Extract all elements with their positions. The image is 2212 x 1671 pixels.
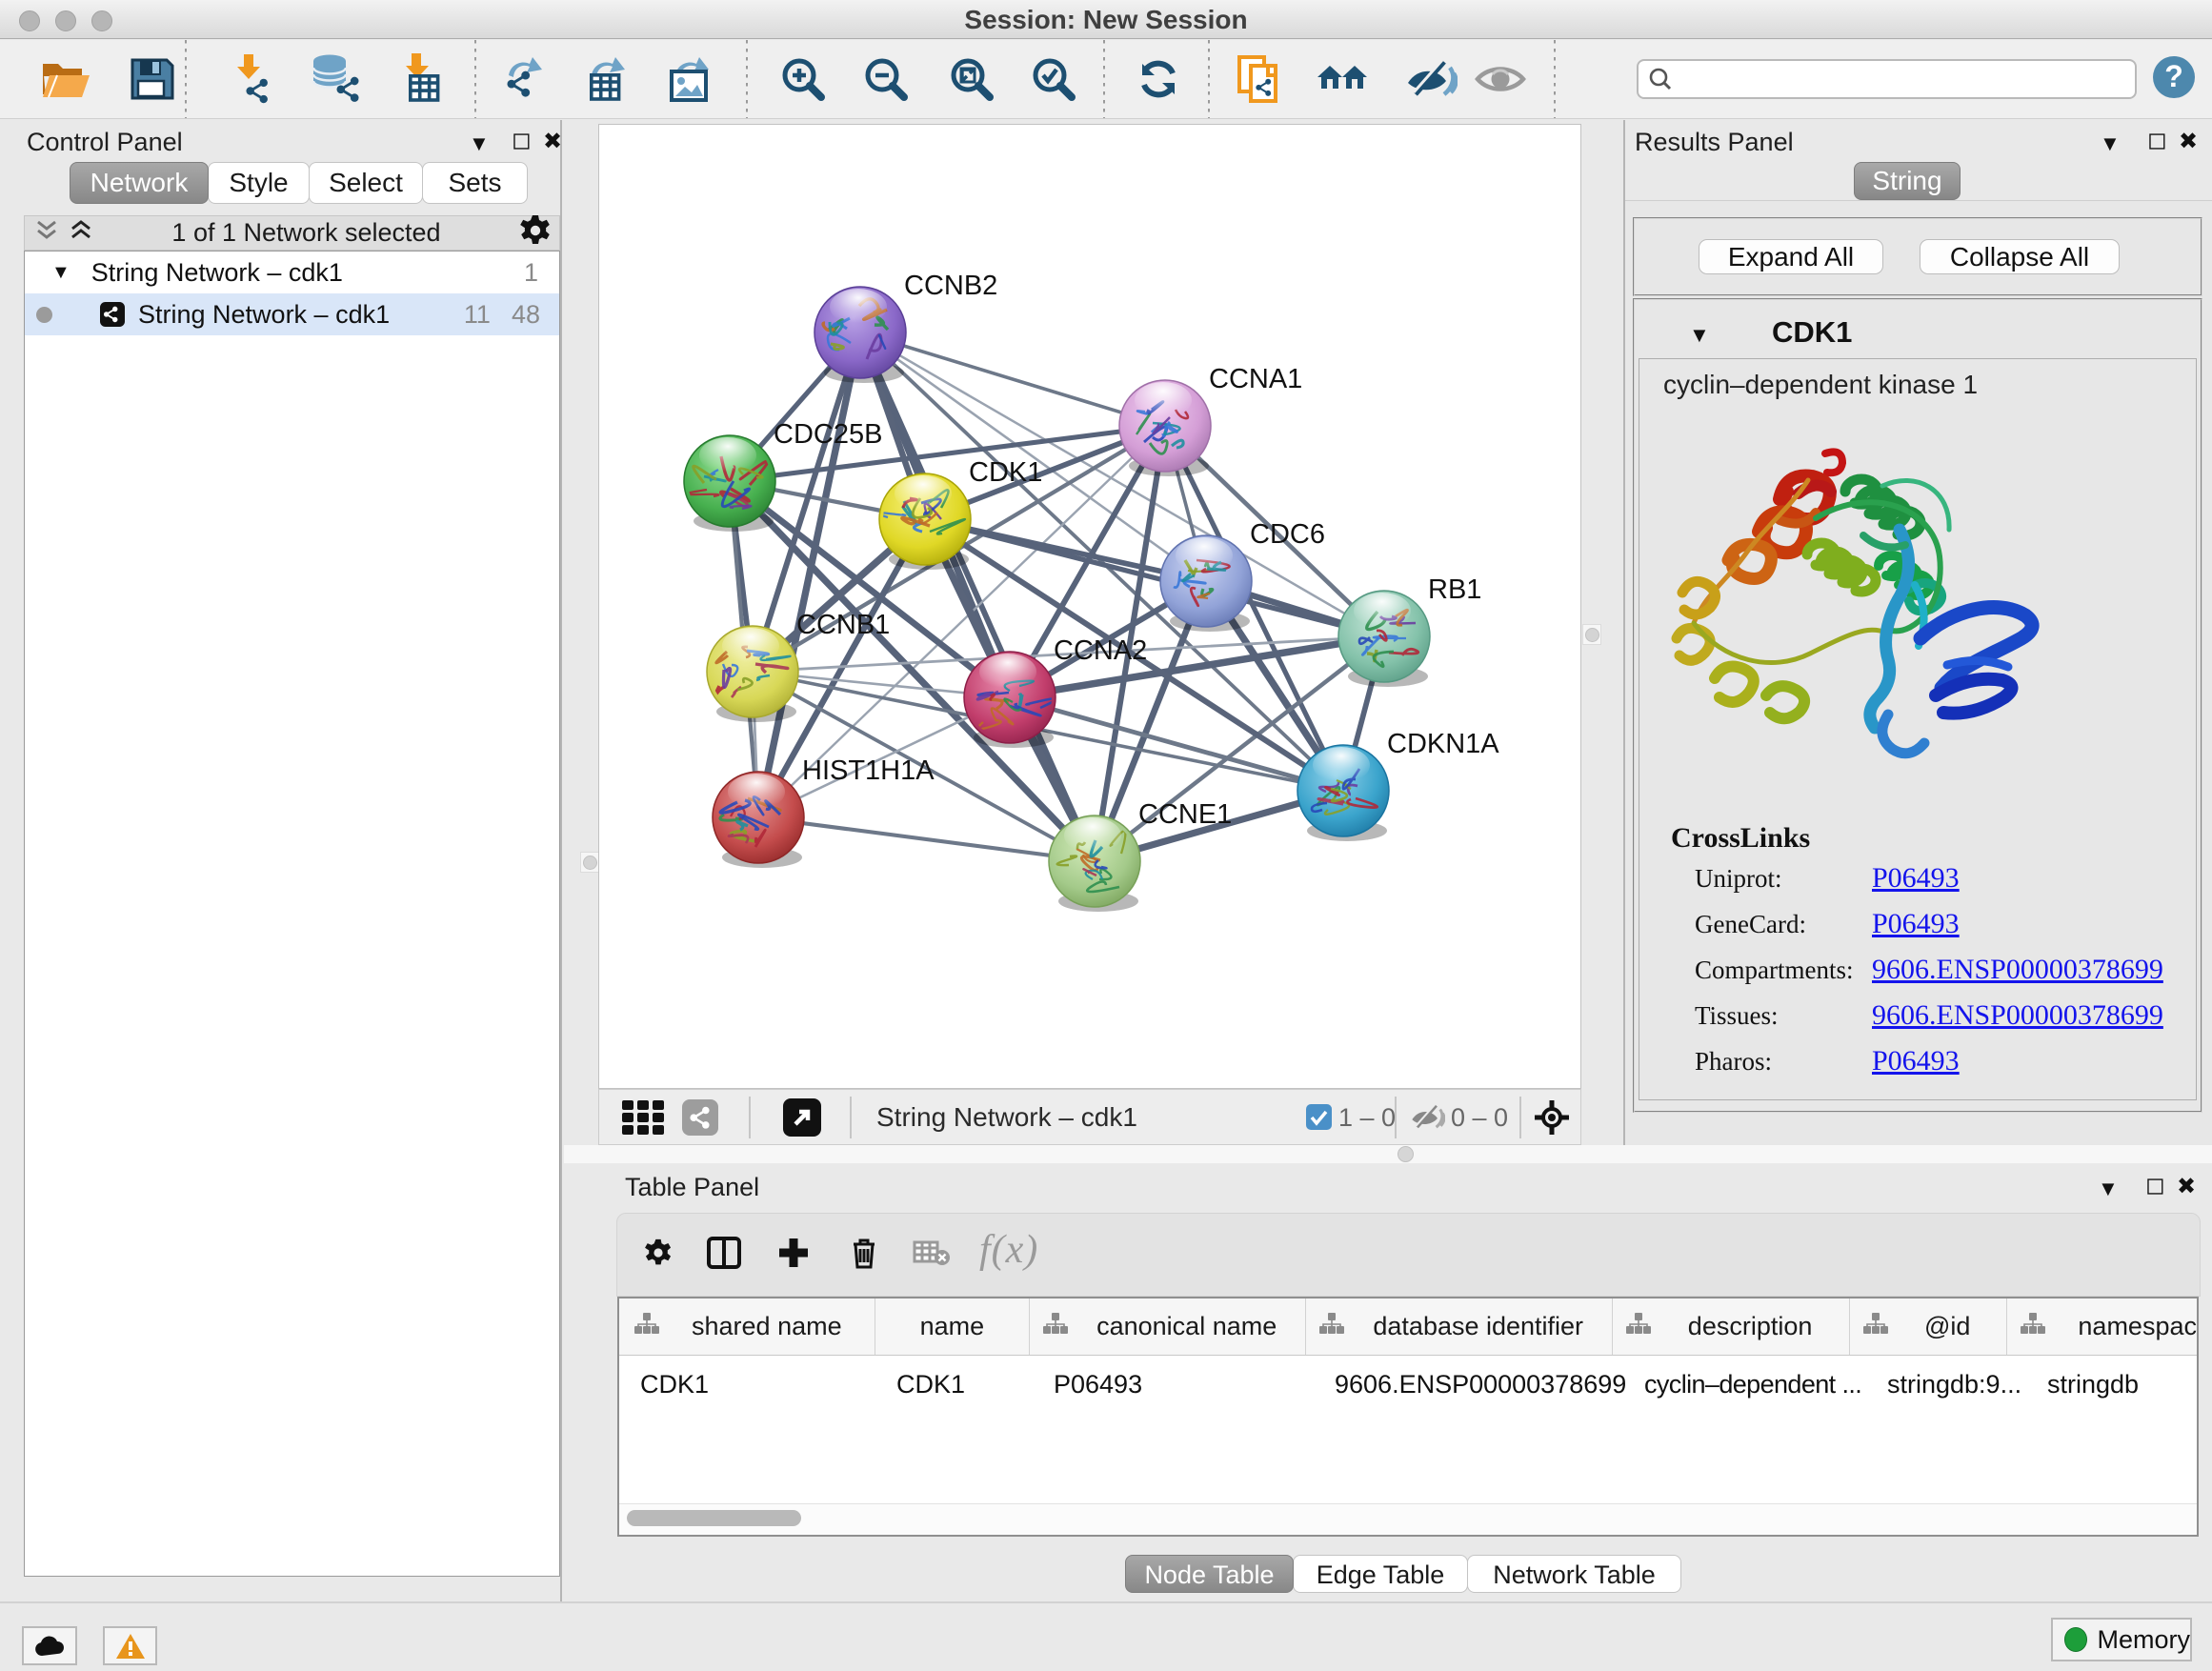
svg-text:RB1: RB1 <box>1428 574 1481 605</box>
svg-text:?: ? <box>2164 59 2183 93</box>
svg-text:HIST1H1A: HIST1H1A <box>802 755 935 786</box>
svg-text:CDC25B: CDC25B <box>774 419 882 450</box>
svg-text:CCNB1: CCNB1 <box>796 610 890 640</box>
svg-text:CCNA2: CCNA2 <box>1054 635 1147 666</box>
svg-text:CDKN1A: CDKN1A <box>1387 729 1499 759</box>
svg-text:CDC6: CDC6 <box>1250 519 1325 550</box>
svg-text:CCNE1: CCNE1 <box>1138 799 1232 830</box>
svg-text:CCNB2: CCNB2 <box>904 271 997 301</box>
svg-text:CDK1: CDK1 <box>969 457 1042 488</box>
svg-text:CCNA1: CCNA1 <box>1209 364 1302 394</box>
